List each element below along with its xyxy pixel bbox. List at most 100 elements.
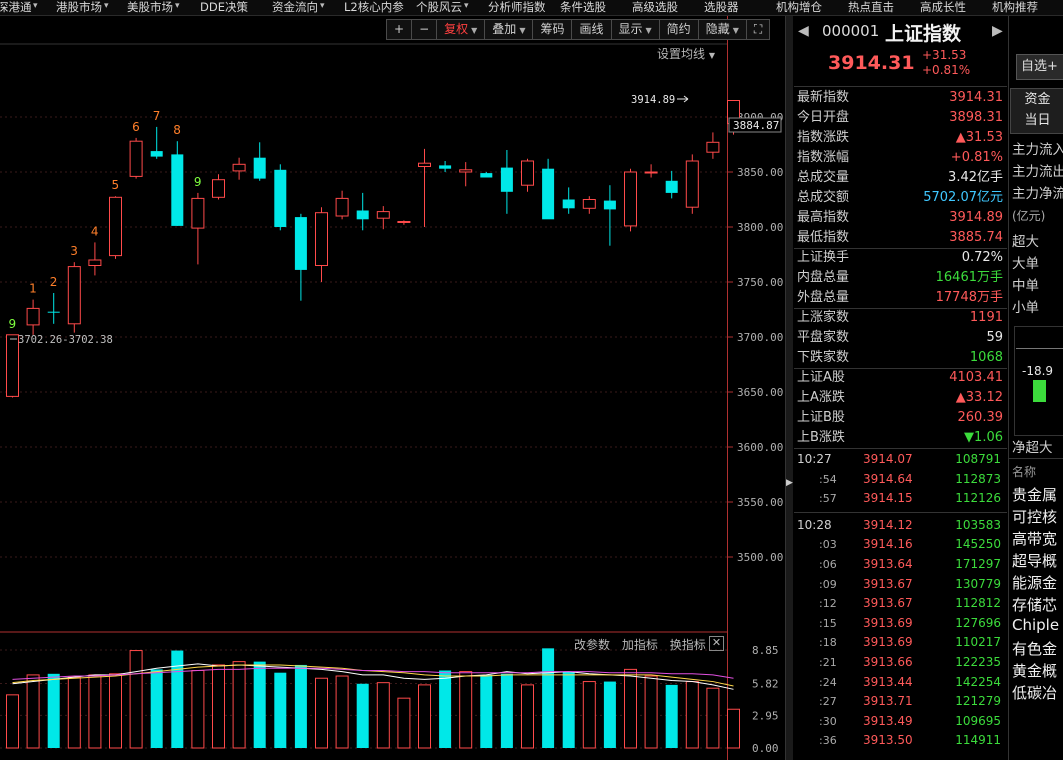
candle-body[interactable] — [706, 141, 720, 153]
volume-bar — [191, 669, 205, 749]
menu-item-14[interactable]: 机构推荐 — [992, 0, 1038, 15]
candle-body[interactable] — [171, 154, 184, 226]
candle-body[interactable] — [624, 171, 637, 227]
candle-body[interactable] — [294, 217, 307, 270]
candle-body[interactable] — [562, 199, 575, 209]
draw-line-button[interactable]: 画线 — [571, 19, 612, 40]
candle-body[interactable] — [376, 211, 390, 219]
zoom-in-button[interactable]: + — [386, 19, 413, 40]
stat-label: 上证换手 — [797, 250, 850, 265]
menu-item-10[interactable]: 选股器 — [704, 0, 739, 15]
zero-line — [1016, 348, 1063, 349]
candle-body[interactable] — [274, 169, 287, 227]
menu-item-3[interactable]: DDE决策 — [200, 0, 248, 15]
candle-body[interactable] — [212, 179, 225, 198]
display-button[interactable]: 显示 ▼ — [610, 19, 660, 40]
chips-button[interactable]: 筹码 — [532, 19, 573, 40]
menu-item-12[interactable]: 热点直击 — [848, 0, 894, 15]
menu-item-8[interactable]: 条件选股 — [560, 0, 606, 15]
y-tick-label: 3650.00 — [737, 386, 783, 399]
tick-volume: 130779 — [955, 576, 1001, 591]
candle-body[interactable] — [67, 266, 81, 325]
menu-item-9[interactable]: 高级选股 — [632, 0, 678, 15]
net-flow-bar — [1033, 380, 1046, 402]
menu-item-5[interactable]: L2核心内参 — [344, 0, 404, 15]
sector-item[interactable]: 有色金 — [1012, 638, 1057, 659]
sector-item[interactable]: 高带宽 — [1012, 528, 1057, 549]
sector-item[interactable]: 低碳冶 — [1012, 682, 1057, 703]
tick-price: 3913.71 — [863, 694, 913, 709]
menu-item-6[interactable]: 个股风云 — [416, 0, 462, 15]
menu-item-1[interactable]: 港股市场 — [56, 0, 102, 15]
menu-item-7[interactable]: 分析师指数 — [488, 0, 546, 15]
candle-body[interactable] — [129, 140, 143, 177]
fuquan-button[interactable]: 复权 ▼ — [436, 19, 486, 40]
fullscreen-icon[interactable]: ⛶ — [745, 19, 771, 40]
sector-item[interactable]: 存储芯 — [1012, 594, 1057, 615]
candle-body[interactable] — [439, 165, 452, 169]
candle-body[interactable] — [542, 168, 555, 220]
menu-item-2[interactable]: 美股市场 — [127, 0, 173, 15]
candle-body[interactable] — [26, 307, 40, 326]
zoom-out-button[interactable]: − — [411, 19, 438, 40]
candle-body[interactable] — [665, 180, 678, 193]
candle-body[interactable] — [521, 160, 534, 186]
add-indicator-link[interactable]: 加指标 — [622, 638, 658, 652]
candle-body[interactable] — [315, 212, 328, 266]
candle-body[interactable] — [88, 259, 102, 266]
switch-indicator-link[interactable]: 换指标 — [670, 638, 706, 652]
stat-row: 下跌家数 1068 — [797, 348, 1003, 368]
volume-bar — [67, 676, 81, 749]
sector-item[interactable]: 可控核 — [1012, 506, 1057, 527]
flow-label: 主力流出 — [1012, 164, 1063, 180]
vol-tick-label: 2.95 — [752, 709, 779, 722]
candle-body[interactable] — [500, 167, 513, 192]
candle-body[interactable] — [356, 210, 369, 220]
overlay-button[interactable]: 叠加 ▼ — [484, 19, 534, 40]
chevron-down-icon: ▾ — [464, 1, 469, 11]
candle-body[interactable] — [603, 200, 616, 210]
candle-body[interactable] — [397, 221, 411, 223]
simple-mode-button[interactable]: 简约 — [658, 19, 699, 40]
add-watchlist-button[interactable]: 自选+ — [1016, 54, 1063, 80]
ma-settings-label: 设置均线 — [657, 47, 706, 61]
overlay-label: 叠加 — [492, 22, 517, 36]
candle-body[interactable] — [335, 197, 349, 217]
collapse-arrow-icon[interactable]: ▶ — [786, 478, 793, 488]
sector-item[interactable]: 贵金属 — [1012, 484, 1057, 505]
menu-item-0[interactable]: 深港通 — [0, 0, 32, 15]
change-params-link[interactable]: 改参数 — [574, 638, 610, 652]
candle-body[interactable] — [6, 334, 19, 397]
tick-row: :30 3913.49 109695 — [797, 712, 1003, 731]
sector-item[interactable]: 超导概 — [1012, 550, 1057, 571]
hide-button[interactable]: 隐藏 ▼ — [697, 19, 747, 40]
prev-arrow-icon[interactable]: ◀ — [798, 23, 809, 39]
candle-body[interactable] — [418, 162, 431, 167]
hide-label: 隐藏 — [705, 22, 730, 36]
volume-bar — [582, 681, 596, 749]
candle-body[interactable] — [582, 199, 596, 209]
sector-item[interactable]: Chiple — [1012, 616, 1059, 634]
menu-item-11[interactable]: 机构增仓 — [776, 0, 822, 15]
candle-body[interactable] — [685, 160, 699, 208]
close-icon[interactable]: ✕ — [709, 636, 724, 651]
candle-body[interactable] — [150, 151, 163, 157]
candle-body[interactable] — [109, 196, 122, 257]
y-tick-label: 3500.00 — [737, 551, 783, 564]
sector-item[interactable]: 能源金 — [1012, 572, 1057, 593]
next-arrow-icon[interactable]: ▶ — [992, 23, 1003, 39]
menu-item-13[interactable]: 高成长性 — [920, 0, 966, 15]
candle-body[interactable] — [47, 311, 60, 313]
candle-body[interactable] — [191, 197, 205, 229]
tab-fund-today[interactable]: 资金 当日 — [1010, 88, 1063, 134]
volume-bar — [232, 661, 246, 749]
candle-body[interactable] — [644, 171, 658, 174]
ma-settings-link[interactable]: 设置均线 ▼ — [657, 45, 715, 62]
net-flow-label: 净超大 — [1012, 440, 1053, 456]
candle-body[interactable] — [480, 173, 493, 178]
sector-item[interactable]: 黄金概 — [1012, 660, 1057, 681]
candle-body[interactable] — [459, 169, 473, 173]
menu-item-4[interactable]: 资金流向 — [272, 0, 318, 15]
candle-body[interactable] — [253, 157, 266, 179]
candle-body[interactable] — [232, 163, 246, 172]
